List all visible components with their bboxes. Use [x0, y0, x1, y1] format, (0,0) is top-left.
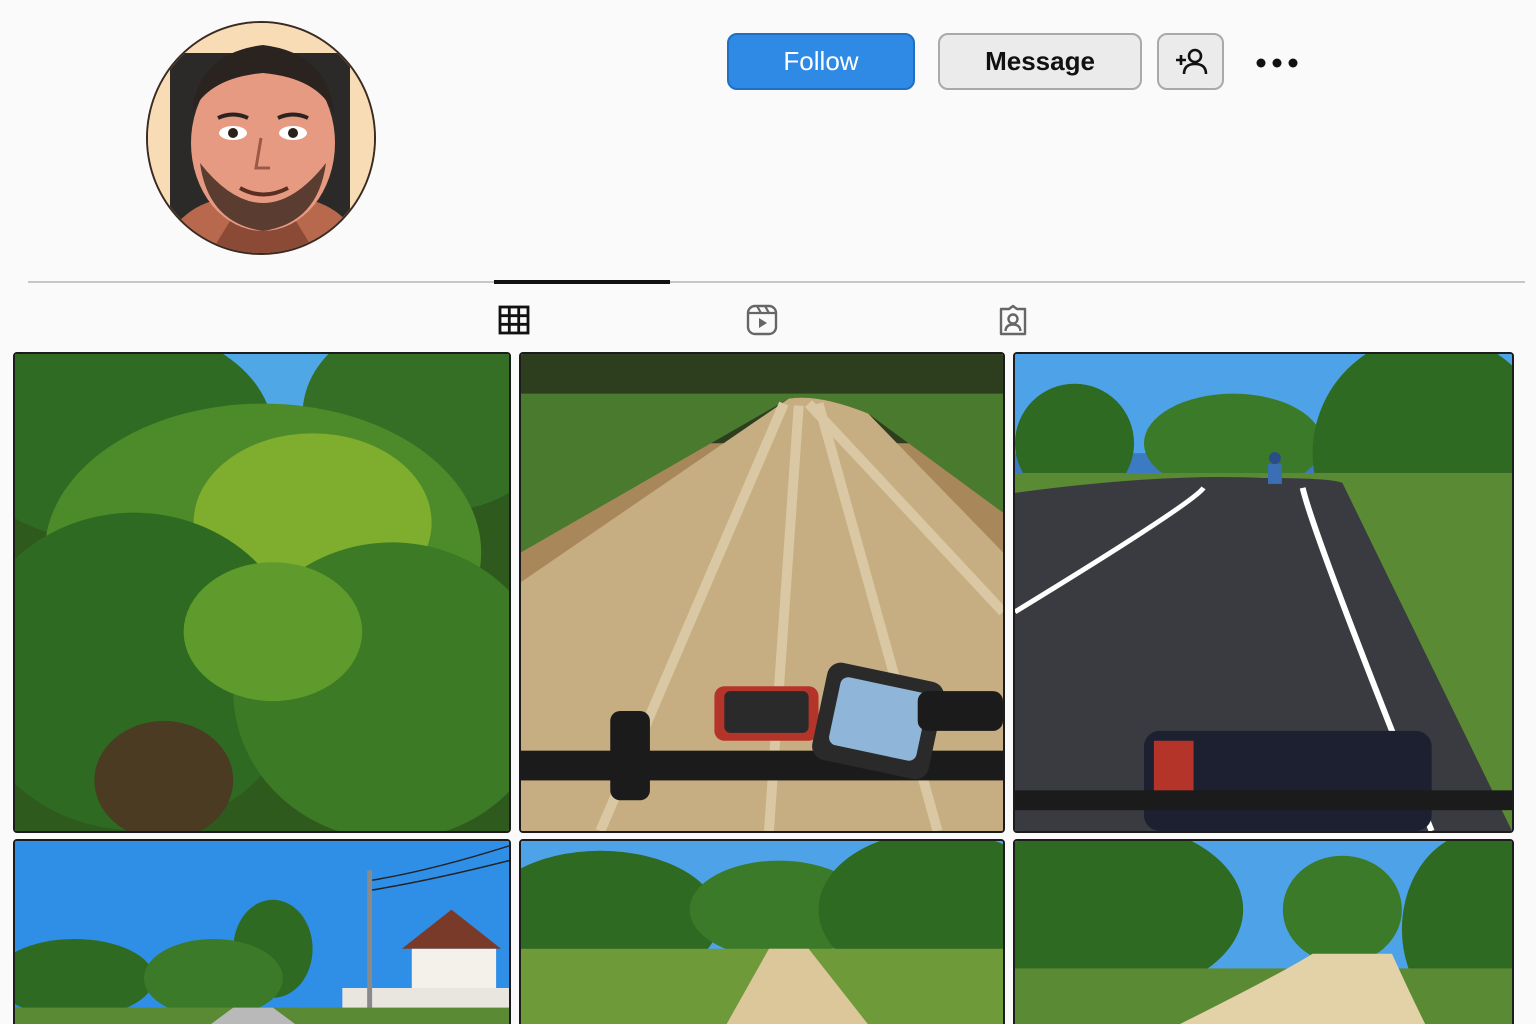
photo-village-road-power-lines — [15, 841, 509, 1024]
follow-button[interactable]: Follow — [727, 33, 915, 90]
active-tab-indicator — [494, 280, 670, 284]
photo-sandy-road-trees — [1015, 841, 1512, 1024]
add-user-icon — [1175, 48, 1207, 74]
photo-gravel-road-handlebars — [521, 354, 1003, 831]
post-thumbnail[interactable] — [13, 352, 511, 833]
photo-asphalt-road-cyclist — [1015, 354, 1512, 831]
reels-icon — [746, 304, 778, 336]
tab-reels[interactable] — [742, 300, 782, 340]
message-button[interactable]: Message — [938, 33, 1142, 90]
photo-dirt-path-grass — [521, 841, 1003, 1024]
grid-icon — [498, 305, 530, 335]
post-thumbnail[interactable] — [1013, 839, 1514, 1024]
tagged-icon — [999, 304, 1027, 336]
post-thumbnail[interactable] — [519, 352, 1005, 833]
post-thumbnail[interactable] — [1013, 352, 1514, 833]
post-thumbnail[interactable] — [13, 839, 511, 1024]
message-button-label: Message — [985, 46, 1095, 76]
tabs-divider — [28, 281, 1525, 283]
tab-tagged[interactable] — [993, 300, 1033, 340]
post-thumbnail[interactable] — [519, 839, 1005, 1024]
add-user-button[interactable] — [1157, 33, 1224, 90]
follow-button-label: Follow — [783, 46, 859, 76]
more-horizontal-icon — [1256, 58, 1298, 68]
profile-avatar[interactable] — [146, 21, 376, 255]
photo-dense-green-bushes — [15, 354, 509, 831]
more-options-button[interactable] — [1250, 48, 1304, 78]
tab-posts[interactable] — [494, 300, 534, 340]
